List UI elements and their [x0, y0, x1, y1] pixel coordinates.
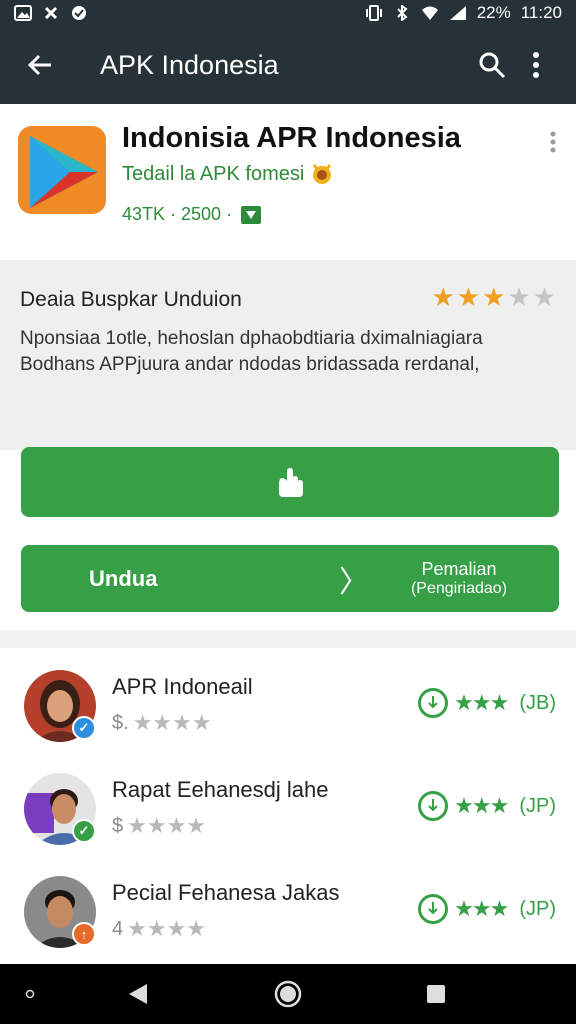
list-item-name: APR Indoneail	[112, 674, 253, 699]
vibrate-icon	[365, 5, 382, 21]
bluetooth-icon	[396, 5, 408, 21]
app-header-card: Indonisia APR Indonesia Tedail la APK fo…	[0, 104, 576, 260]
sync-notification-icon	[44, 6, 58, 20]
star-icon: ★	[456, 282, 481, 312]
nav-back-button[interactable]	[120, 964, 156, 1024]
settings-label-line1: Pemalian	[421, 558, 497, 579]
star-icon: ★	[431, 282, 455, 312]
overflow-menu-button[interactable]	[514, 43, 558, 87]
description-title: Deaia Buspkar Unduion	[20, 288, 242, 311]
list-item-rating: 4 ★★★★	[112, 916, 206, 942]
app-developer-label: Tedail la APK fomesi	[122, 162, 305, 185]
search-button[interactable]	[470, 43, 514, 87]
rating-stars: ★ ★ ★ ★ ★	[431, 282, 556, 313]
status-badge: ↑	[72, 922, 96, 946]
list-item-count: (JP)	[519, 897, 556, 920]
list-item-stats: ★★★ (JB)	[418, 688, 556, 718]
download-circle-icon	[418, 791, 449, 821]
star-empty-icon: ★	[507, 282, 531, 312]
list-item-name: Pecial Fehanesa Jakas	[112, 880, 340, 905]
app-name: Indonisia APR Indonesia	[122, 122, 461, 154]
star-empty-icon: ★★★★	[132, 710, 212, 735]
square-recents-icon	[427, 985, 445, 1003]
app-developer[interactable]: Tedail la APK fomesi	[122, 162, 334, 186]
content-rating-icon	[241, 205, 262, 224]
description-section: Deaia Buspkar Unduion ★ ★ ★ ★ ★ Nponsiaa…	[0, 260, 576, 450]
app-logo	[18, 126, 106, 214]
list-item-rating: $ ★★★★	[112, 813, 206, 839]
list-item-rating: $. ★★★★	[112, 710, 212, 736]
list-item-rating-prefix: $	[112, 814, 124, 837]
nav-dot-button[interactable]	[18, 964, 42, 1024]
list-item-stats: ★★★ (JP)	[418, 791, 556, 821]
circle-home-icon	[274, 980, 302, 1008]
check-notification-icon	[72, 6, 86, 20]
list-item-rating-prefix: 4	[112, 917, 124, 940]
download-label[interactable]: Undua	[21, 566, 339, 592]
download-circle-icon	[418, 688, 449, 718]
list-item-rating-prefix: $.	[112, 711, 129, 734]
app-meta-text: 43TK · 2500 ·	[122, 204, 233, 224]
hand-icon	[279, 468, 303, 497]
dot-icon	[25, 989, 35, 999]
download-circle-icon	[418, 894, 449, 924]
status-bar: 22% 11:20	[0, 0, 576, 26]
list-item-name: Rapat Eehanesdj lahe	[112, 777, 329, 802]
more-vert-icon	[533, 52, 539, 78]
play-logo-icon	[18, 126, 106, 214]
search-icon	[479, 52, 506, 79]
review-list: ✓ APR Indoneail $. ★★★★ ★★★ (JB) ✓ Rapat…	[0, 648, 576, 964]
image-notification-icon	[14, 5, 32, 21]
wifi-icon	[421, 6, 438, 20]
app-bar-title: APK Indonesia	[100, 49, 279, 80]
app-meta: 43TK · 2500 ·	[122, 204, 262, 225]
action-buttons: Undua 〉 Pemalian (Pengiriadao)	[0, 447, 576, 630]
signal-icon	[449, 6, 466, 20]
list-item-stats: ★★★ (JP)	[418, 894, 556, 924]
list-item[interactable]: ↑ Pecial Fehanesa Jakas 4 ★★★★ ★★★ (JP)	[0, 854, 576, 954]
nav-home-button[interactable]	[270, 964, 306, 1024]
star-icon: ★	[482, 282, 506, 312]
verified-badge: ✓	[72, 819, 96, 843]
green-stars-icon: ★★★	[454, 690, 509, 715]
verified-badge: ✓	[72, 716, 96, 740]
clock: 11:20	[520, 3, 562, 22]
battery-level: 22%	[476, 3, 511, 22]
card-more-icon[interactable]	[548, 130, 558, 158]
green-stars-icon: ★★★	[454, 896, 509, 921]
badge-award-icon	[313, 164, 332, 184]
install-button[interactable]	[21, 447, 559, 517]
star-empty-icon: ★	[532, 282, 556, 312]
green-stars-icon: ★★★	[454, 793, 509, 818]
triangle-back-icon	[129, 984, 147, 1004]
settings-label-line2: (Pengiriadao)	[410, 579, 508, 597]
download-options-button[interactable]: Undua 〉 Pemalian (Pengiriadao)	[21, 545, 559, 612]
list-item[interactable]: ✓ APR Indoneail $. ★★★★ ★★★ (JB)	[0, 648, 576, 748]
system-nav-bar	[0, 964, 576, 1024]
arrow-back-icon	[27, 54, 51, 76]
description-text: Nponsiaa 1otle, hehoslan dphaobdtiaria d…	[20, 328, 483, 375]
list-item-count: (JB)	[519, 691, 556, 714]
nav-recents-button[interactable]	[418, 964, 454, 1024]
app-bar: APK Indonesia	[0, 26, 576, 104]
star-empty-icon: ★★★★	[127, 813, 207, 838]
list-item[interactable]: ✓ Rapat Eehanesdj lahe $ ★★★★ ★★★ (JP)	[0, 751, 576, 851]
settings-label[interactable]: Pemalian (Pengiriadao)	[359, 558, 559, 598]
back-button[interactable]	[18, 43, 62, 87]
chevron-right-icon: 〉	[339, 565, 369, 599]
star-empty-icon: ★★★★	[127, 916, 207, 941]
list-item-count: (JP)	[519, 794, 556, 817]
